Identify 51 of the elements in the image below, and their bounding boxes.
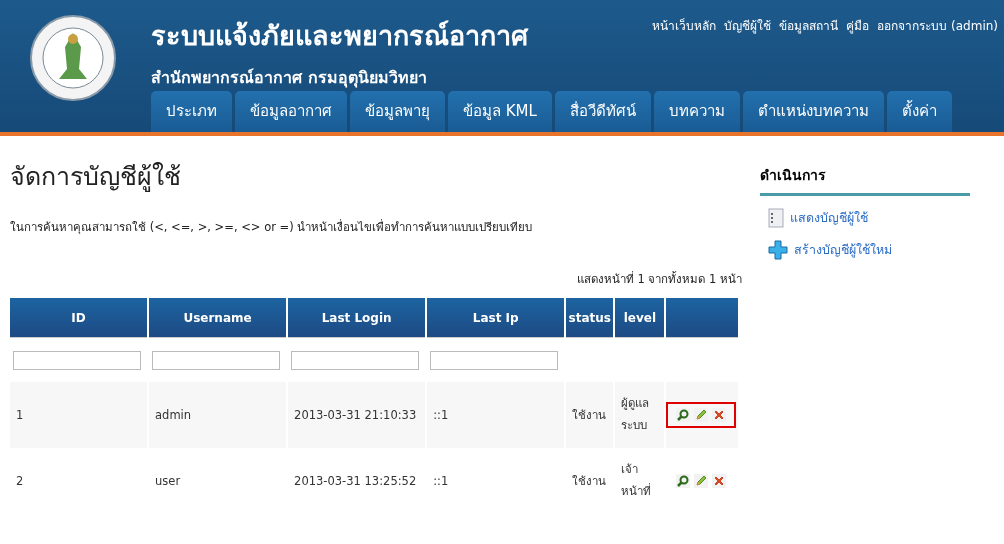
- column-header[interactable]: ID: [10, 298, 148, 338]
- column-header[interactable]: level: [615, 298, 665, 338]
- top-link[interactable]: ออกจากระบบ (admin): [877, 16, 998, 35]
- top-link[interactable]: ข้อมูลสถานี: [779, 16, 839, 35]
- delete-icon[interactable]: [712, 474, 727, 488]
- nav-tab[interactable]: ข้อมูลพายุ: [350, 91, 445, 132]
- table-cell-text: user: [155, 474, 182, 488]
- table-cell-text: ใช้งาน: [572, 407, 608, 424]
- search-icon[interactable]: [676, 408, 691, 422]
- table-cell-text: ผู้ดูแล ระบบ: [621, 395, 651, 434]
- table-cell-text: 2013-03-31 21:10:33: [294, 408, 418, 422]
- table-cell-text: ใช้งาน: [572, 473, 608, 490]
- pencil-icon[interactable]: [694, 408, 709, 422]
- nav-tab[interactable]: ตั้งค่า: [886, 91, 952, 132]
- table-cell-text: 2: [16, 474, 25, 488]
- document-list-icon: [768, 208, 784, 228]
- column-header[interactable]: status: [566, 298, 614, 338]
- filter-field[interactable]: [13, 350, 141, 370]
- sidebar-link[interactable]: แสดงบัญชีผู้ใช้: [790, 208, 868, 228]
- table-cell-text: ::1: [433, 474, 450, 488]
- filter-field[interactable]: [152, 350, 281, 370]
- page-title: จัดการบัญชีผู้ใช้: [10, 161, 182, 194]
- column-header[interactable]: Last Login: [288, 298, 426, 338]
- column-header: [666, 298, 738, 338]
- nav-tab[interactable]: ประเภท: [151, 91, 232, 132]
- column-header[interactable]: Username: [149, 298, 287, 338]
- nav-tab[interactable]: สื่อวีดีทัศน์: [554, 91, 651, 132]
- table-cell-text: ::1: [433, 408, 450, 422]
- top-link[interactable]: บัญชีผู้ใช้: [724, 16, 772, 35]
- column-header[interactable]: Last Ip: [427, 298, 565, 338]
- filter-field[interactable]: [291, 350, 420, 370]
- top-link[interactable]: คู่มือ: [846, 16, 870, 35]
- table-cell-text: 1: [16, 408, 25, 422]
- nav-tab[interactable]: ตำแหน่งบทความ: [742, 91, 884, 132]
- sidebar-title: ดำเนินการ: [760, 164, 970, 196]
- table-cell-text: 2013-03-31 13:25:52: [294, 474, 418, 488]
- table-cell-text: admin: [155, 408, 193, 422]
- search-icon[interactable]: [676, 474, 691, 488]
- pencil-icon[interactable]: [694, 474, 709, 488]
- nav-tab[interactable]: บทความ: [653, 91, 740, 132]
- site-title: ระบบแจ้งภัยและพยากรณ์อากาศ: [151, 19, 528, 53]
- search-hint: ในการค้นหาคุณสามารถใช้ (<, <=, >, >=, <> or =) นำหน้าเงื่อนไขเพื่อทำการค้นหาแบบเปรียบเทียบ: [10, 218, 534, 236]
- sidebar-link[interactable]: สร้างบัญชีผู้ใช้ใหม่: [794, 240, 892, 260]
- site-subtitle: สำนักพยากรณ์อากาศ กรมอุตุนิยมวิทยา: [151, 67, 427, 90]
- paging-text: แสดงหน้าที่ 1 จากทั้งหมด 1 หน้า: [575, 270, 742, 288]
- plus-icon: [768, 240, 788, 260]
- top-link[interactable]: หน้าเว็บหลัก: [652, 16, 717, 35]
- nav-tab[interactable]: ข้อมูล KML: [448, 91, 552, 132]
- filter-field[interactable]: [430, 350, 559, 370]
- nav-tab[interactable]: ข้อมูลอากาศ: [235, 91, 347, 132]
- table-cell-text: เจ้า หน้าที่: [621, 461, 653, 500]
